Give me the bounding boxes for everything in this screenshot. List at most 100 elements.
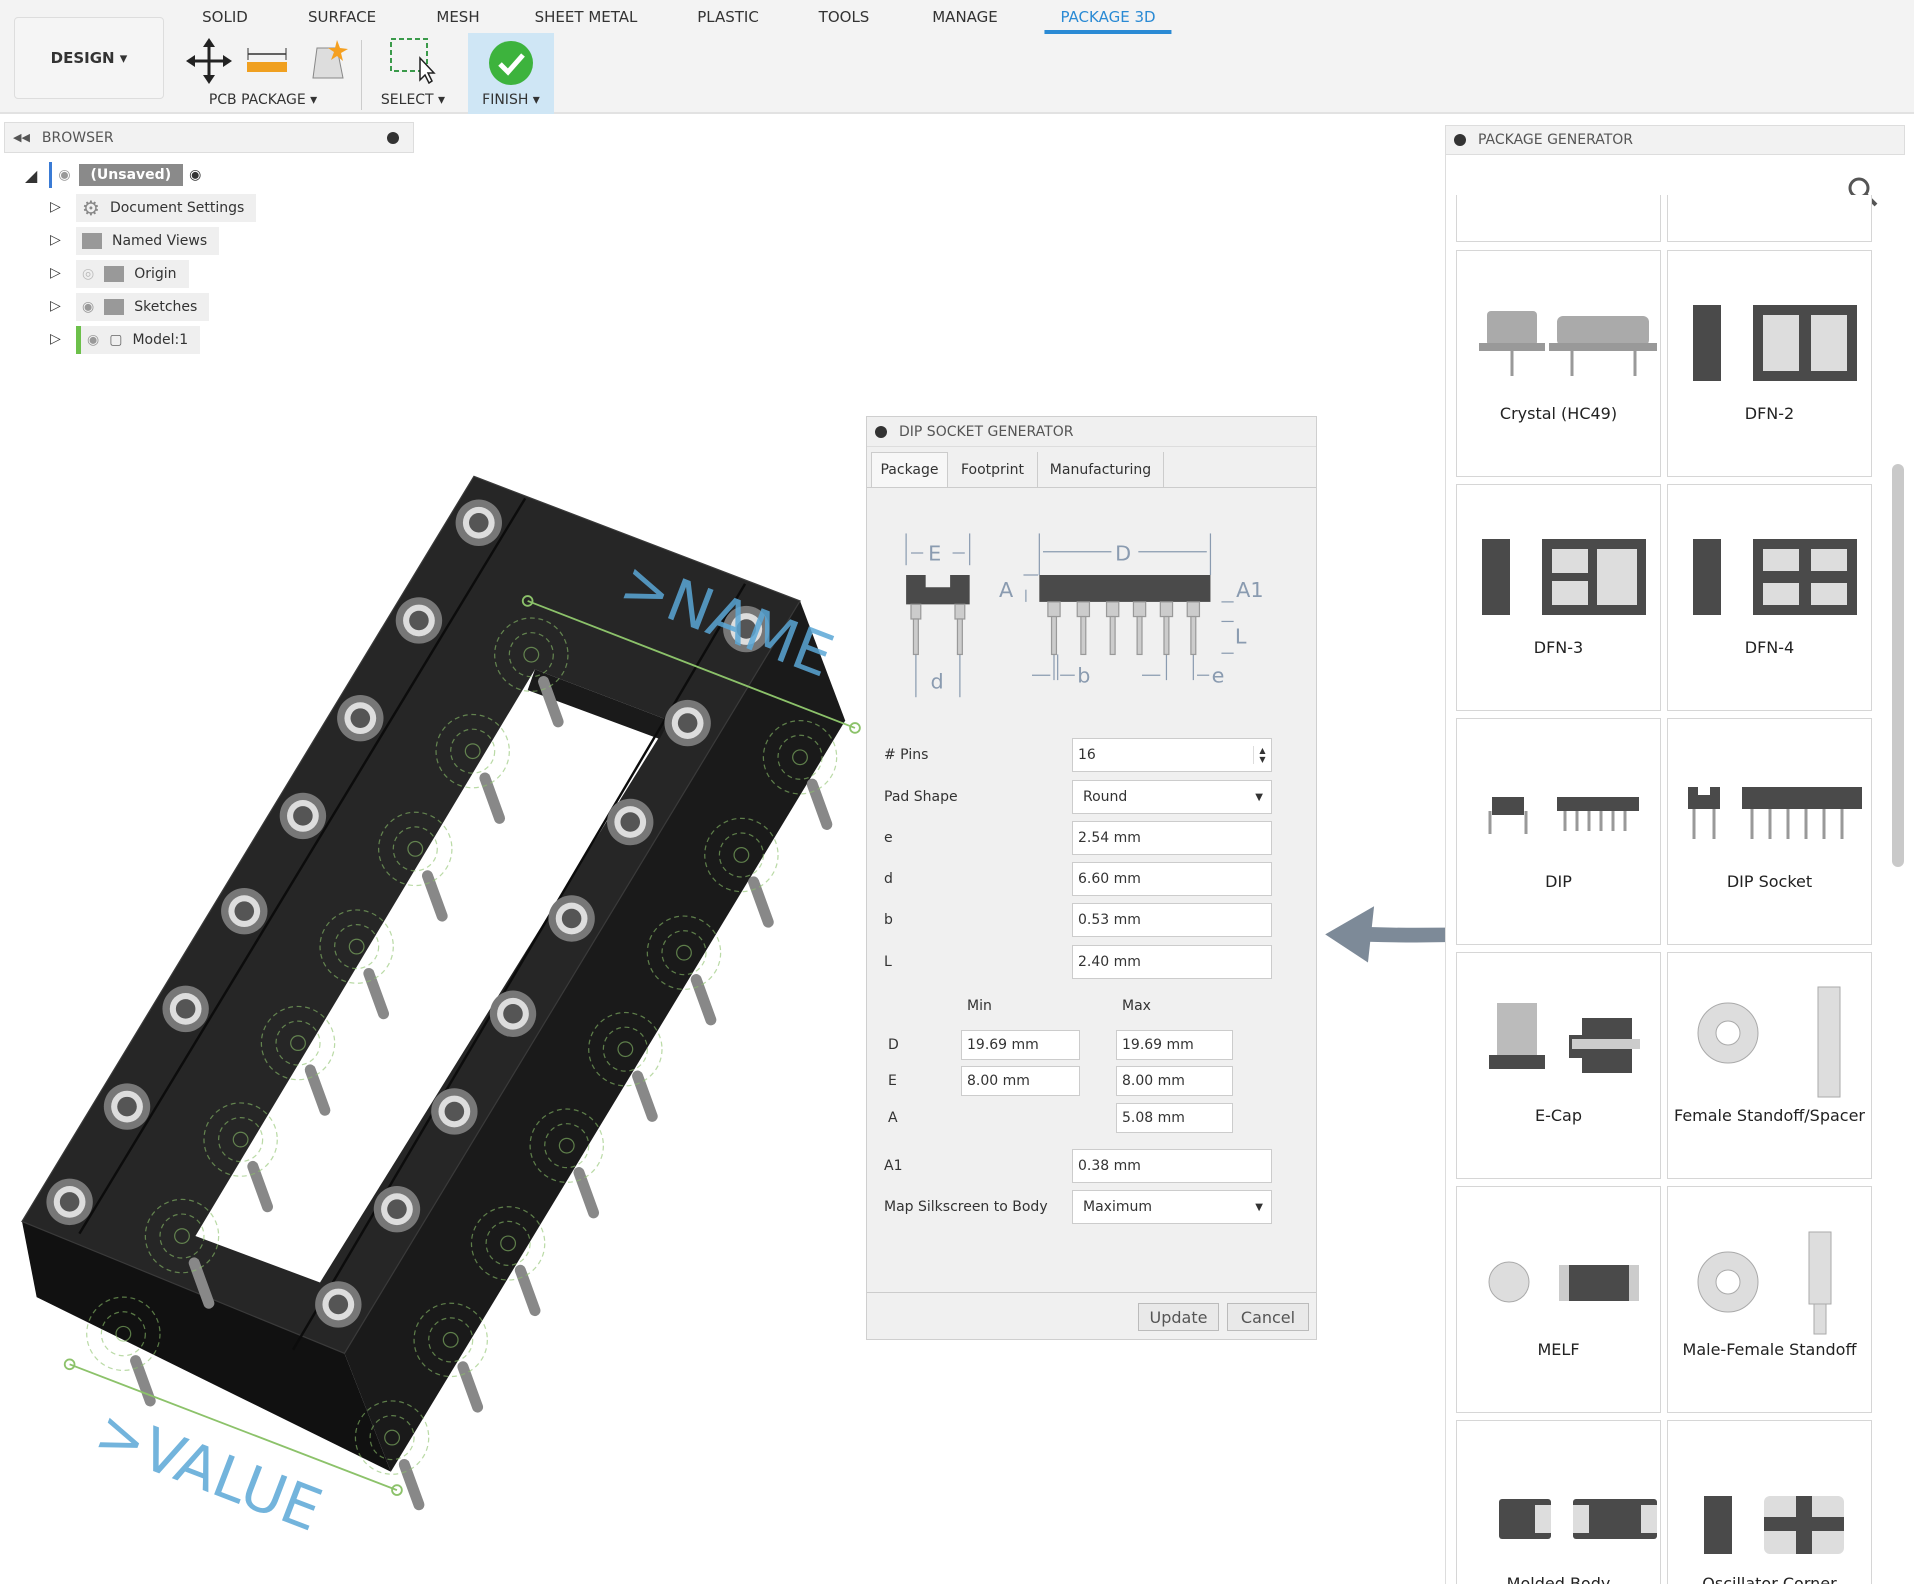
pins-stepper[interactable]: 16 ▲ ▼ [1072,738,1272,772]
dfn-4-icon [1693,539,1857,615]
package-item-dfn-4[interactable]: DFN-4 [1667,484,1872,711]
E-min-input[interactable]: 8.00 mm [961,1066,1080,1096]
A1-input[interactable]: 0.38 mm [1072,1149,1272,1183]
package-item-dfn-2[interactable]: DFN-2 [1667,250,1872,477]
dim-b: b [1077,664,1090,688]
D-min-input[interactable]: 19.69 mm [961,1030,1080,1060]
diagram-pin [1047,601,1061,618]
dim-A: A [999,578,1014,602]
pin-leg [690,974,717,1026]
pin-leg [457,1361,484,1413]
tab-manufacturing[interactable]: Manufacturing [1038,452,1164,487]
package-item-dip-socket[interactable]: DIP Socket [1667,718,1872,945]
pin-contact [59,1192,80,1212]
silkscreen-select[interactable]: Maximum ▼ [1072,1190,1272,1224]
d-input[interactable]: 6.60 mm [1072,862,1272,896]
A-label: A [888,1110,898,1126]
dialog-header: DIP SOCKET GENERATOR [867,417,1316,447]
diagram-pin [1159,601,1174,618]
dim-e: e [1212,664,1225,688]
D-max-input[interactable]: 19.69 mm [1116,1030,1233,1060]
package-item-label: Oscillator Corner [1702,1574,1837,1584]
female-standoff-icon [1697,986,1841,1098]
oscillator-corner-icon [1704,1496,1844,1554]
update-button[interactable]: Update [1138,1303,1219,1331]
b-input[interactable]: 0.53 mm [1072,903,1272,937]
pin-contact [561,908,582,929]
dim-L: L [1235,624,1247,648]
diagram-pin [1186,601,1201,618]
package-item-label: DFN-2 [1744,404,1795,423]
E-max-input[interactable]: 8.00 mm [1116,1066,1233,1096]
max-header: Max [1122,998,1151,1014]
e-label: e [884,830,893,846]
tab-footprint[interactable]: Footprint [948,452,1038,487]
package-item-e-cap[interactable]: E-Cap [1456,952,1661,1179]
dim-d: d [931,670,944,694]
tab-package[interactable]: Package [871,452,948,487]
pin-contact [620,812,641,832]
package-item-melf[interactable]: MELF [1456,1186,1661,1413]
package-diagram: E d D A A1 L b e [905,533,1264,698]
pad-shape-select[interactable]: Round ▼ [1072,780,1272,814]
chevron-down-icon: ▼ [1255,791,1263,803]
package-item-oscillator-corner[interactable]: Oscillator Corner [1667,1420,1872,1584]
package-item-label: DFN-4 [1744,638,1795,657]
package-item-crystal-hc49[interactable]: Crystal (HC49) [1456,250,1661,477]
dialog-title: DIP SOCKET GENERATOR [899,423,1074,440]
package-generator-title: PACKAGE GENERATOR [1478,132,1634,148]
pin-contact [293,806,313,826]
cancel-button[interactable]: Cancel [1227,1303,1309,1331]
package-item-male-female-standoff[interactable]: Male-Female Standoff [1667,1186,1872,1413]
melf-icon [1488,1261,1639,1303]
diagram-pin [1163,615,1170,656]
pin-contact [234,901,255,921]
scrollbar-thumb[interactable] [1892,464,1904,867]
package-item-label: DFN-3 [1533,638,1584,657]
package-generator-header: PACKAGE GENERATOR [1445,125,1905,155]
package-item-female-standoff[interactable]: Female Standoff/Spacer [1667,952,1872,1179]
package-item-label: E-Cap [1534,1106,1582,1125]
pin-leg [398,1458,425,1511]
pin-contact [387,1199,407,1219]
package-item-dfn-3[interactable]: DFN-3 [1456,484,1661,711]
dim-D: D [1115,541,1131,565]
arrow-head-icon [1325,906,1375,963]
package-item-label: DIP [1545,872,1572,891]
pins-value: 16 [1078,747,1096,763]
diagram-pin [1105,601,1120,618]
dip-socket-icon [1688,787,1862,839]
male-female-standoff-icon [1697,1231,1832,1335]
minimize-icon[interactable] [1454,134,1466,146]
molded-body-icon [1499,1499,1657,1539]
dfn-3-icon [1482,539,1646,615]
diagram-pin [1076,601,1091,618]
pin-contact [677,713,698,733]
D-label: D [888,1037,899,1053]
silkscreen-value: Maximum [1083,1199,1152,1215]
minimize-icon[interactable] [875,425,887,438]
pin-leg [806,778,833,830]
min-header: Min [967,998,992,1014]
stepper-arrows-icon[interactable]: ▲ ▼ [1253,746,1271,764]
package-generator-panel: Crystal (HC49) DFN-2 DFN-3 DFN-4 DIP DIP Sock… [1445,155,1905,1584]
pad-shape-label: Pad Shape [884,789,958,805]
e-input[interactable]: 2.54 mm [1072,821,1272,855]
package-item-dip[interactable]: DIP [1456,718,1661,945]
e-cap-icon [1489,1003,1640,1073]
dip-socket-generator-dialog: DIP SOCKET GENERATOR Package Footprint M… [866,416,1317,1340]
A1-label: A1 [884,1158,903,1174]
pin-contact [117,1096,137,1117]
L-input[interactable]: 2.40 mm [1072,945,1272,979]
E-label: E [888,1073,897,1089]
chevron-down-icon: ▼ [1255,1201,1263,1213]
d-label: d [884,871,893,887]
diagram-pin [1136,615,1143,656]
dim-E: E [928,541,941,565]
package-item-molded-body[interactable]: Molded Body [1456,1420,1661,1584]
package-item-label: Male-Female Standoff [1682,1340,1857,1359]
pin-contact [469,512,489,533]
A-max-input[interactable]: 5.08 mm [1116,1103,1233,1133]
silkscreen-label: Map Silkscreen to Body [884,1199,1048,1215]
dfn-2-icon [1693,305,1857,381]
